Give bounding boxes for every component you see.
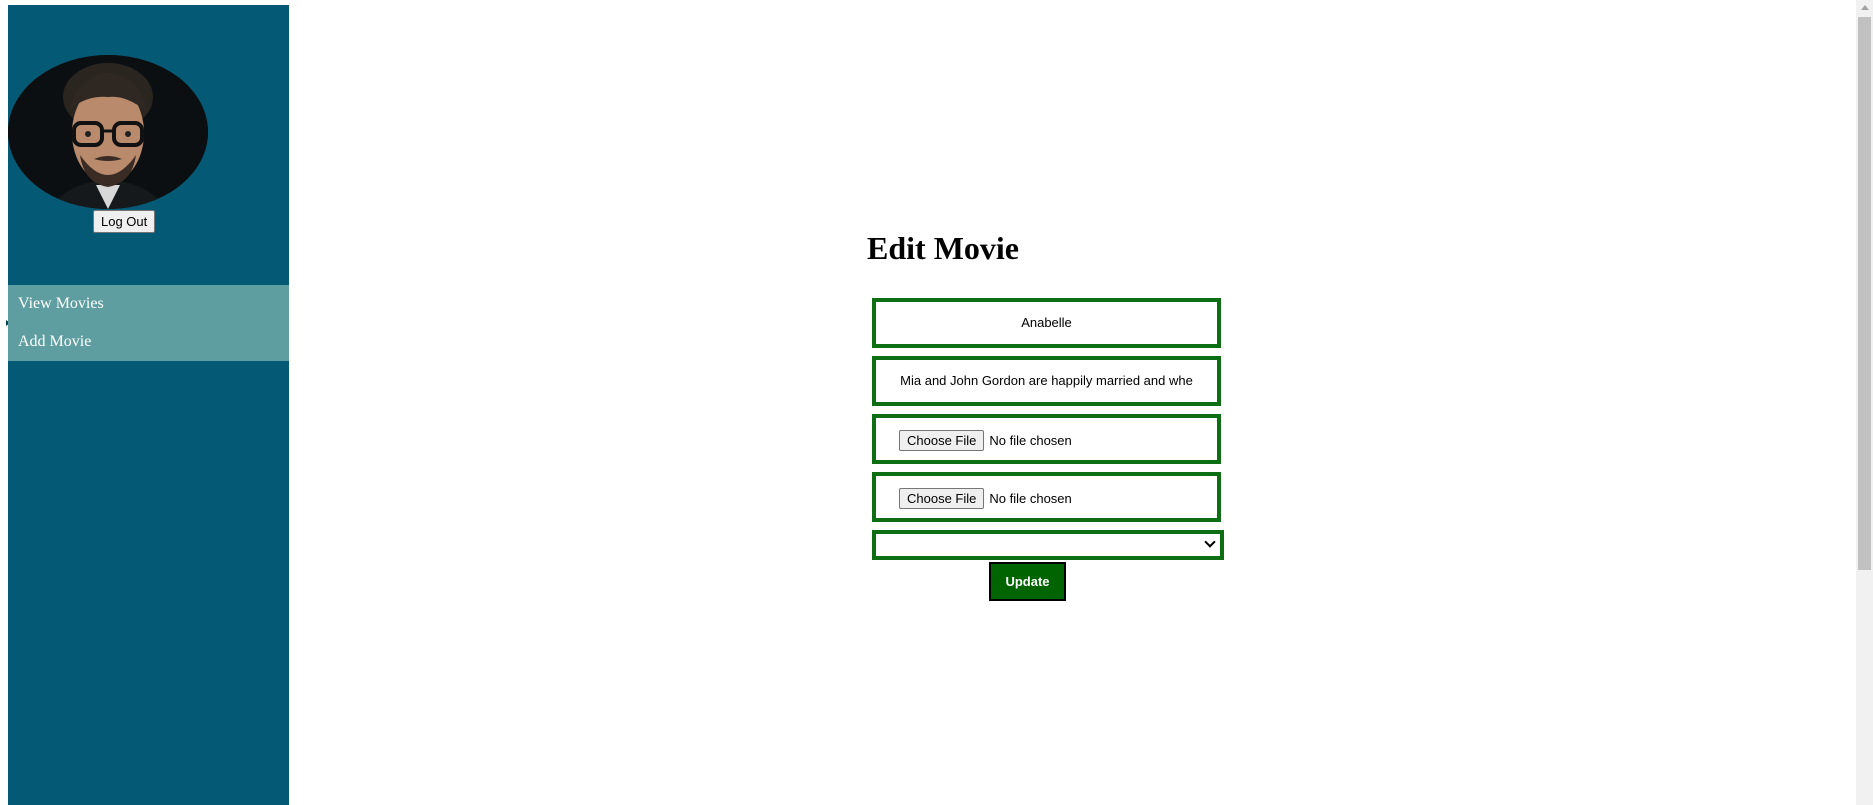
sidebar-nav: View Movies Add Movie <box>8 285 289 361</box>
avatar <box>8 55 208 209</box>
movie-description-input[interactable] <box>876 360 1217 402</box>
profile-photo <box>8 55 208 209</box>
file-upload-2: Choose File No file chosen <box>899 488 1072 509</box>
update-button[interactable]: Update <box>989 562 1066 601</box>
page-title: Edit Movie <box>867 230 1019 266</box>
choose-file-button-2[interactable]: Choose File <box>899 488 985 509</box>
scrollbar[interactable] <box>1856 0 1873 805</box>
movie-description-field-container <box>872 356 1221 406</box>
file-upload-1-container: Choose File No file chosen <box>872 414 1221 464</box>
choose-file-button-1[interactable]: Choose File <box>899 430 985 451</box>
scroll-thumb[interactable] <box>1858 17 1871 570</box>
sidebar: Log Out View Movies Add Movie <box>6 5 289 805</box>
category-select[interactable] <box>872 530 1224 560</box>
sidebar-item-view-movies[interactable]: View Movies <box>8 285 289 323</box>
movie-name-input[interactable] <box>876 302 1217 344</box>
file-status-2: No file chosen <box>989 491 1072 506</box>
file-upload-2-container: Choose File No file chosen <box>872 472 1221 522</box>
sidebar-item-add-movie[interactable]: Add Movie <box>8 323 289 361</box>
chevron-down-icon <box>1204 536 1216 548</box>
movie-name-field-container <box>872 298 1221 348</box>
logout-button[interactable]: Log Out <box>93 210 156 233</box>
scroll-up-arrow-icon[interactable] <box>1861 5 1869 10</box>
file-status-1: No file chosen <box>989 433 1072 448</box>
file-upload-1: Choose File No file chosen <box>899 430 1072 451</box>
page: Log Out View Movies Add Movie Edit Movie… <box>0 0 1873 805</box>
